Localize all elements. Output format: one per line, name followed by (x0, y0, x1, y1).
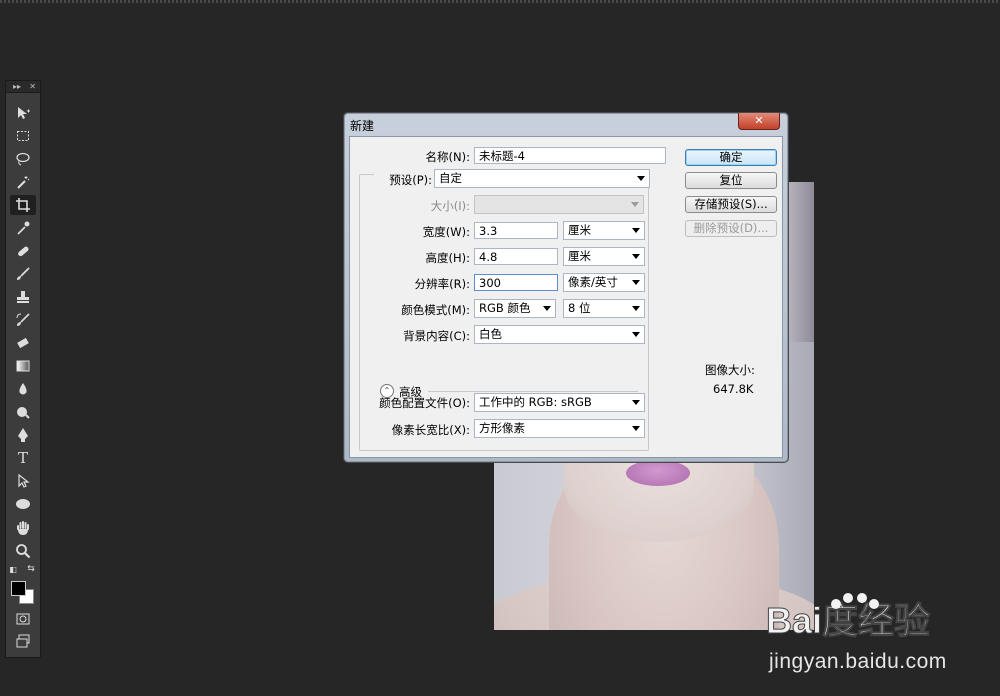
foreground-color-swatch[interactable] (11, 581, 26, 596)
chevron-down-icon (637, 176, 645, 181)
height-label: 高度(H): (425, 251, 471, 265)
baidu-jingyan-logo: Bai度经验 (766, 588, 996, 648)
resolution-label: 分辨率(R): (414, 277, 470, 291)
lasso-tool-icon[interactable] (10, 149, 36, 169)
magic-wand-tool-icon[interactable] (10, 172, 36, 192)
hand-tool-icon[interactable] (10, 518, 36, 538)
chevron-down-icon (632, 254, 640, 259)
swap-colors-icon[interactable]: ⇆ (24, 563, 38, 575)
type-tool-icon[interactable]: T (10, 448, 36, 468)
new-document-dialog: 新建 ✕ 名称(N): 未标题-4 预设(P): 自定 大小(I): 宽度(W)… (343, 112, 789, 463)
eraser-tool-icon[interactable] (10, 333, 36, 353)
svg-text:Bai度经验: Bai度经验 (766, 600, 930, 641)
marquee-tool-icon[interactable] (10, 126, 36, 146)
height-field[interactable]: 4.8 (474, 248, 558, 265)
close-button[interactable]: ✕ (738, 113, 780, 130)
blur-tool-icon[interactable] (10, 379, 36, 399)
width-label: 宽度(W): (422, 225, 470, 239)
reset-button[interactable]: 复位 (685, 172, 777, 189)
image-size-value: 647.8K (713, 382, 754, 396)
tools-panel-header[interactable]: ▸▸ ✕ (6, 81, 40, 93)
gradient-tool-icon[interactable] (10, 356, 36, 376)
size-select[interactable] (474, 195, 644, 214)
bit-depth-select[interactable]: 8 位 (563, 299, 645, 318)
chevron-down-icon (632, 306, 640, 311)
color-mode-select[interactable]: RGB 颜色 (474, 299, 556, 318)
chevron-down-icon (632, 228, 640, 233)
default-colors-icon[interactable]: ◧ (6, 563, 20, 575)
crop-tool-icon[interactable] (10, 195, 36, 215)
collapse-icon[interactable]: ▸▸ (13, 81, 21, 92)
delete-preset-button[interactable]: 删除预设(D)... (685, 220, 777, 237)
paw-icon: Bai度经验 (766, 593, 931, 642)
width-field[interactable]: 3.3 (474, 222, 558, 239)
history-brush-tool-icon[interactable] (10, 310, 36, 330)
save-preset-button[interactable]: 存储预设(S)... (685, 196, 777, 213)
dialog-title: 新建 (350, 119, 375, 133)
chevron-down-icon (631, 202, 639, 207)
background-select[interactable]: 白色 (474, 325, 645, 344)
watermark-url: jingyan.baidu.com (769, 650, 947, 673)
width-unit-select[interactable]: 厘米 (563, 221, 645, 240)
pixel-aspect-label: 像素长宽比(X): (391, 423, 470, 437)
background-label: 背景内容(C): (403, 329, 470, 343)
chevron-down-icon (632, 280, 640, 285)
color-profile-select[interactable]: 工作中的 RGB: sRGB IEC6196... (474, 393, 645, 412)
image-size-label: 图像大小: (705, 363, 755, 377)
eyedropper-tool-icon[interactable] (10, 218, 36, 238)
dialog-body: 名称(N): 未标题-4 预设(P): 自定 大小(I): 宽度(W): 3.3… (349, 136, 783, 458)
pen-tool-icon[interactable] (10, 425, 36, 445)
size-label: 大小(I): (430, 199, 470, 213)
name-field[interactable]: 未标题-4 (474, 147, 666, 164)
screen-mode-icon[interactable] (10, 631, 36, 651)
move-tool-icon[interactable] (10, 103, 36, 123)
brush-tool-icon[interactable] (10, 264, 36, 284)
preset-label: 预设(P): (374, 172, 434, 188)
color-profile-label: 颜色配置文件(O): (379, 396, 470, 410)
path-selection-tool-icon[interactable] (10, 471, 36, 491)
height-unit-select[interactable]: 厘米 (563, 247, 645, 266)
advanced-divider (428, 391, 638, 392)
zoom-tool-icon[interactable] (10, 541, 36, 561)
workspace-top-edge (0, 0, 1000, 3)
pixel-aspect-select[interactable]: 方形像素 (474, 419, 645, 438)
resolution-field[interactable]: 300 (474, 274, 558, 291)
ellipse-tool-icon[interactable] (10, 494, 36, 514)
clone-stamp-tool-icon[interactable] (10, 287, 36, 307)
tools-panel: ▸▸ ✕ T ◧ ⇆ (5, 80, 41, 658)
dodge-tool-icon[interactable] (10, 402, 36, 422)
chevron-down-icon (632, 426, 640, 431)
name-label: 名称(N): (425, 150, 470, 164)
preset-select[interactable]: 自定 (434, 169, 650, 188)
color-mode-label: 颜色模式(M): (401, 303, 470, 317)
close-icon[interactable]: ✕ (29, 81, 36, 92)
chevron-down-icon (632, 332, 640, 337)
chevron-down-icon (632, 400, 640, 405)
ok-button[interactable]: 确定 (685, 149, 777, 166)
quick-mask-icon[interactable] (10, 609, 36, 629)
chevron-down-icon (543, 306, 551, 311)
resolution-unit-select[interactable]: 像素/英寸 (563, 273, 645, 292)
healing-brush-tool-icon[interactable] (10, 241, 36, 261)
